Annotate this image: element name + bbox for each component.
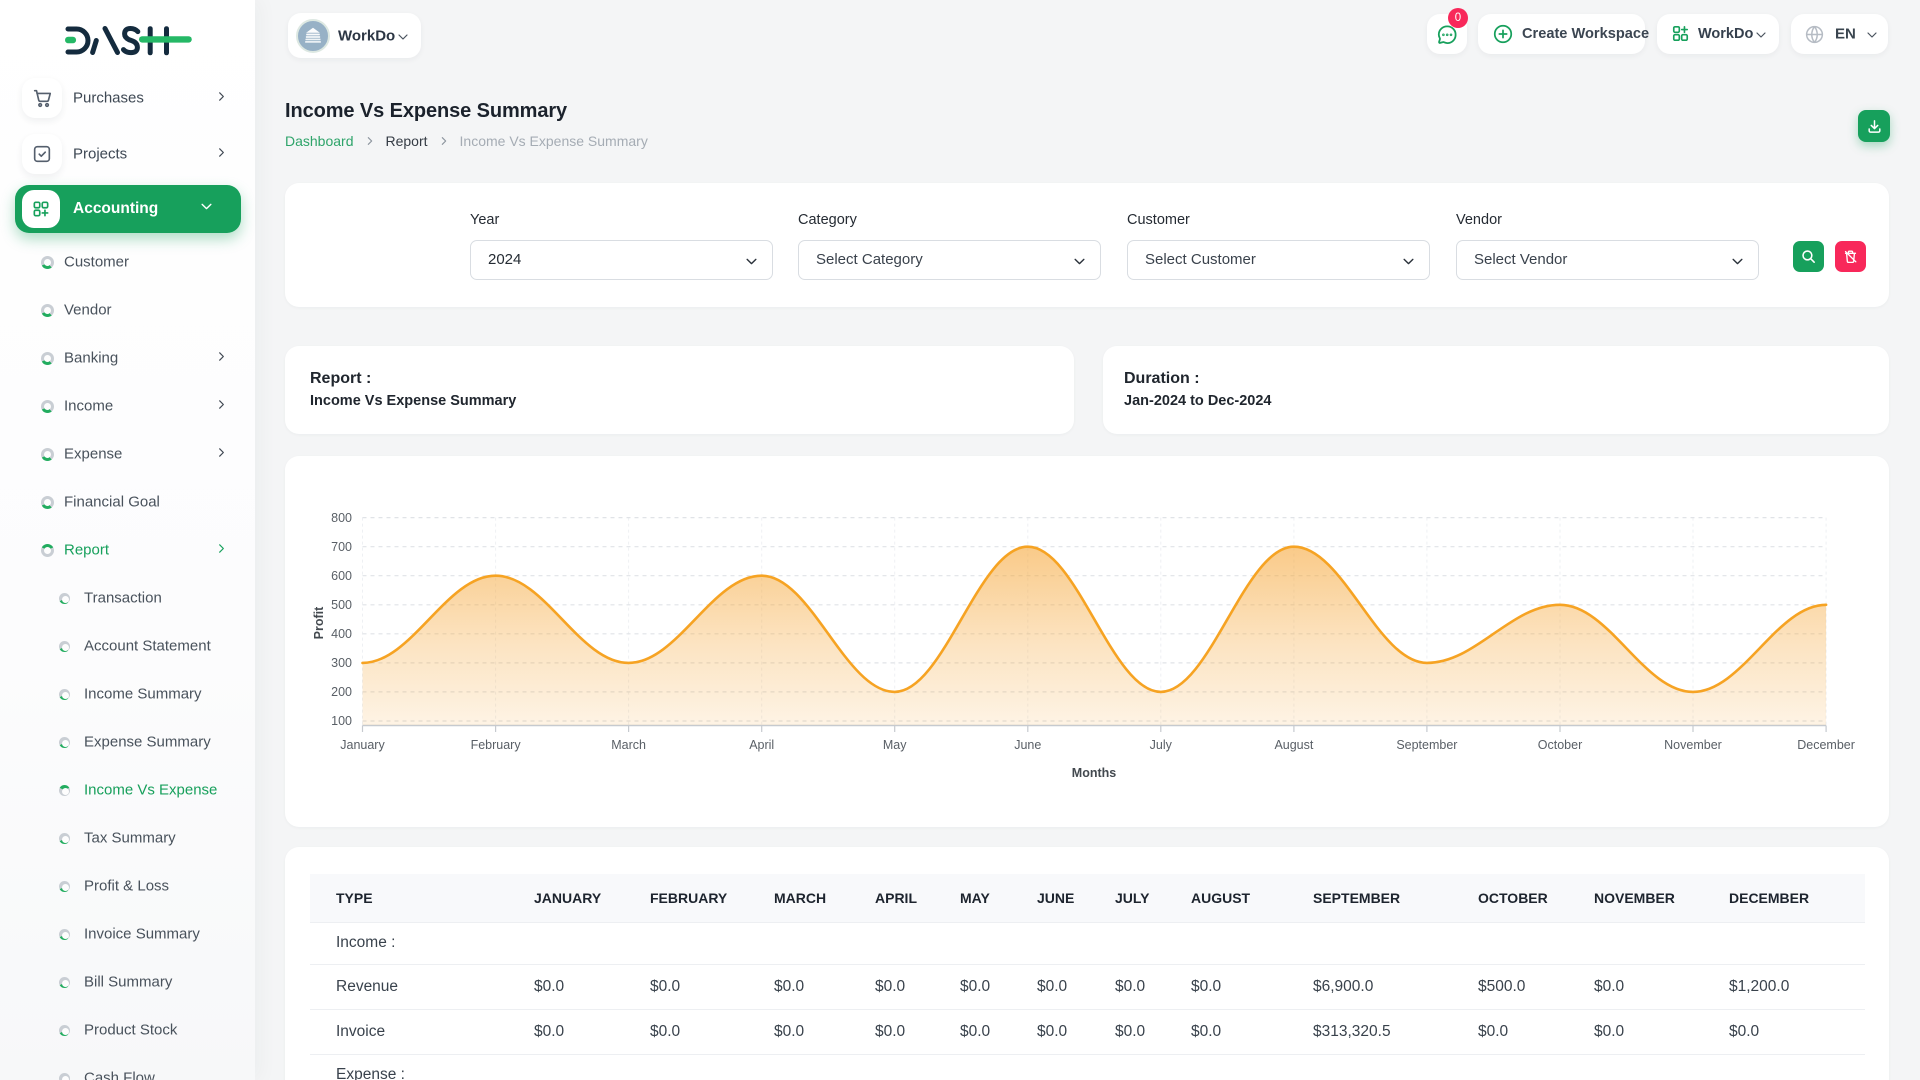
svg-text:December: December: [1797, 738, 1855, 752]
svg-text:July: July: [1150, 738, 1173, 752]
svg-text:Profit: Profit: [312, 606, 326, 639]
svg-text:August: August: [1274, 738, 1313, 752]
svg-text:November: November: [1664, 738, 1722, 752]
svg-text:700: 700: [331, 540, 352, 554]
svg-text:Months: Months: [1072, 766, 1116, 780]
svg-text:June: June: [1014, 738, 1041, 752]
svg-text:January: January: [340, 738, 385, 752]
svg-text:February: February: [471, 738, 522, 752]
svg-text:May: May: [883, 738, 907, 752]
svg-text:800: 800: [331, 511, 352, 525]
svg-text:March: March: [611, 738, 646, 752]
svg-text:500: 500: [331, 598, 352, 612]
svg-text:200: 200: [331, 685, 352, 699]
svg-text:April: April: [749, 738, 774, 752]
svg-text:100: 100: [331, 714, 352, 728]
svg-text:September: September: [1396, 738, 1457, 752]
svg-text:October: October: [1538, 738, 1582, 752]
svg-text:400: 400: [331, 627, 352, 641]
svg-text:300: 300: [331, 656, 352, 670]
svg-text:600: 600: [331, 569, 352, 583]
